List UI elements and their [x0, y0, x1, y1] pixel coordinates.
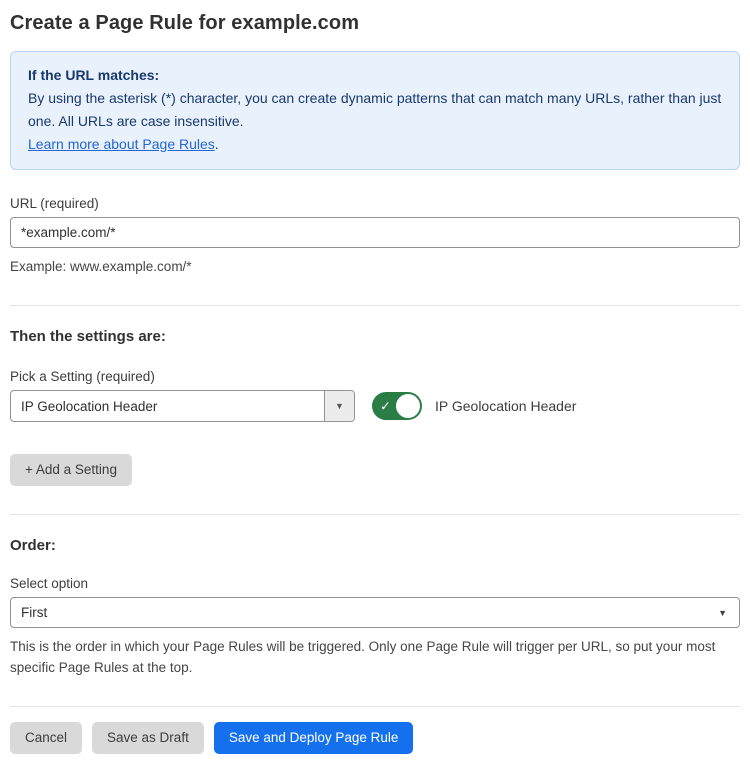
- divider: [10, 305, 740, 306]
- settings-heading: Then the settings are:: [10, 328, 740, 345]
- save-deploy-button[interactable]: Save and Deploy Page Rule: [214, 722, 414, 754]
- divider: [10, 706, 740, 707]
- divider: [10, 514, 740, 515]
- callout-body: By using the asterisk (*) character, you…: [28, 87, 722, 133]
- add-setting-button[interactable]: + Add a Setting: [10, 454, 132, 486]
- check-icon: ✓: [380, 400, 391, 413]
- setting-dropdown[interactable]: IP Geolocation Header ▼: [10, 390, 355, 422]
- caret-down-icon: ▼: [718, 608, 727, 618]
- order-select-value: First: [21, 605, 718, 620]
- url-example-helper: Example: www.example.com/*: [10, 256, 740, 277]
- learn-more-link[interactable]: Learn more about Page Rules: [28, 136, 215, 152]
- order-heading: Order:: [10, 537, 740, 554]
- geolocation-toggle-wrap: ✓ IP Geolocation Header: [372, 392, 576, 420]
- setting-dropdown-value: IP Geolocation Header: [11, 391, 324, 421]
- order-helper-text: This is the order in which your Page Rul…: [10, 636, 740, 678]
- pick-setting-label: Pick a Setting (required): [10, 369, 740, 384]
- form-actions: Cancel Save as Draft Save and Deploy Pag…: [10, 722, 740, 754]
- setting-row: IP Geolocation Header ▼ ✓ IP Geolocation…: [10, 390, 740, 422]
- link-suffix: .: [215, 136, 219, 152]
- url-field-group: URL (required) Example: www.example.com/…: [10, 196, 740, 277]
- create-page-rule-form: Create a Page Rule for example.com If th…: [0, 0, 750, 766]
- url-matches-callout: If the URL matches: By using the asteris…: [10, 51, 740, 170]
- cancel-button[interactable]: Cancel: [10, 722, 82, 754]
- chevron-down-icon[interactable]: ▼: [324, 391, 354, 421]
- toggle-label: IP Geolocation Header: [435, 398, 576, 414]
- geolocation-toggle[interactable]: ✓: [372, 392, 422, 420]
- page-title: Create a Page Rule for example.com: [10, 12, 740, 35]
- toggle-knob: [396, 394, 420, 418]
- url-label: URL (required): [10, 196, 740, 211]
- callout-heading: If the URL matches:: [28, 64, 722, 87]
- url-input[interactable]: [10, 217, 740, 248]
- callout-link-line: Learn more about Page Rules.: [28, 133, 722, 156]
- order-select[interactable]: First ▼: [10, 597, 740, 628]
- save-draft-button[interactable]: Save as Draft: [92, 722, 204, 754]
- order-select-label: Select option: [10, 576, 740, 591]
